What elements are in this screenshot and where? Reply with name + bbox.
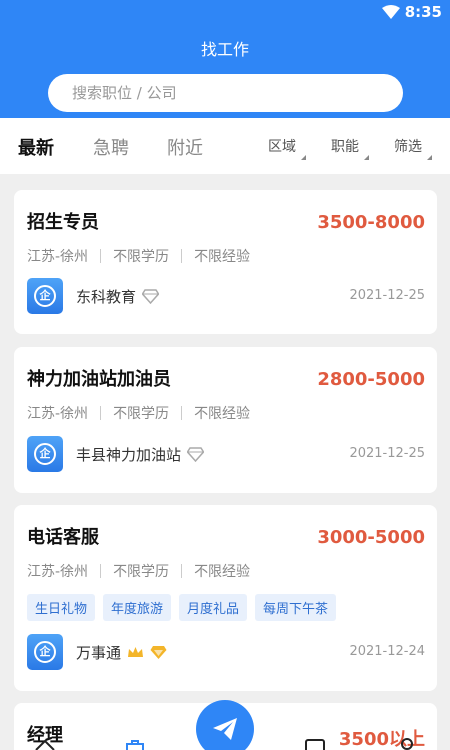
benefit-tags: 生日礼物 年度旅游 月度礼品 每周下午茶: [27, 594, 344, 621]
job-meta: 江苏-徐州 不限学历 不限经验: [27, 561, 250, 581]
job-salary: 2800-5000: [317, 369, 425, 390]
job-nav-icon[interactable]: [124, 738, 146, 750]
filter-function[interactable]: 职能: [331, 136, 369, 160]
divider: [181, 564, 183, 578]
job-salary: 3500-8000: [317, 212, 425, 233]
job-location: 江苏-徐州: [27, 249, 89, 265]
crown-badge-icon: [128, 646, 144, 657]
company-row: 企 丰县神力加油站: [27, 436, 205, 472]
message-icon[interactable]: [304, 738, 326, 750]
job-title: 电话客服: [27, 527, 99, 548]
tab-bar: 最新 急聘 附近 区域 职能 筛选: [0, 118, 450, 174]
divider: [181, 249, 183, 263]
job-card[interactable]: 招生专员 3500-8000 江苏-徐州 不限学历 不限经验 企 东科教育 20…: [14, 190, 437, 334]
page-title: 找工作: [200, 40, 249, 59]
benefit-tag: 月度礼品: [179, 594, 248, 621]
header-bar: 8:35 找工作 搜索职位 / 公司: [0, 0, 450, 118]
status-bar: 8:35: [0, 0, 450, 24]
job-date: 2021-12-25: [349, 446, 425, 461]
search-input[interactable]: 搜索职位 / 公司: [48, 74, 403, 112]
dropdown-triangle-icon: [301, 155, 306, 160]
tab-nearby[interactable]: 附近: [167, 134, 203, 160]
benefit-tag: 每周下午茶: [255, 594, 337, 621]
company-name: 万事通: [76, 643, 122, 662]
status-time: 8:35: [404, 3, 442, 21]
job-meta: 江苏-徐州 不限学历 不限经验: [27, 246, 250, 266]
filter-function-label: 职能: [331, 139, 359, 155]
job-meta: 江苏-徐州 不限学历 不限经验: [27, 403, 250, 423]
job-experience: 不限经验: [194, 249, 251, 265]
job-education: 不限学历: [113, 406, 170, 422]
home-icon[interactable]: [34, 738, 56, 750]
profile-icon[interactable]: [396, 738, 418, 750]
diamond-badge-icon: [142, 288, 160, 304]
job-location: 江苏-徐州: [27, 406, 89, 422]
job-card[interactable]: 电话客服 3000-5000 江苏-徐州 不限学历 不限经验 生日礼物 年度旅游…: [14, 505, 437, 691]
company-logo-icon: 企: [27, 278, 63, 314]
benefit-tag: 年度旅游: [103, 594, 172, 621]
tab-latest[interactable]: 最新: [18, 134, 54, 160]
job-date: 2021-12-24: [349, 644, 425, 659]
post-button[interactable]: [196, 700, 254, 750]
paper-plane-icon: [213, 718, 237, 740]
wifi-icon: [382, 5, 400, 19]
job-experience: 不限经验: [194, 564, 251, 580]
company-name: 丰县神力加油站: [76, 445, 182, 464]
divider: [100, 249, 102, 263]
company-row: 企 东科教育: [27, 278, 160, 314]
divider: [100, 564, 102, 578]
divider: [181, 406, 183, 420]
job-card[interactable]: 神力加油站加油员 2800-5000 江苏-徐州 不限学历 不限经验 企 丰县神…: [14, 347, 437, 493]
benefit-tag: 生日礼物: [27, 594, 96, 621]
job-experience: 不限经验: [194, 406, 251, 422]
filter-region[interactable]: 区域: [268, 136, 306, 160]
tab-urgent[interactable]: 急聘: [93, 134, 129, 160]
job-salary: 3000-5000: [317, 527, 425, 548]
company-row: 企 万事通: [27, 634, 167, 670]
filter-region-label: 区域: [268, 139, 296, 155]
job-title: 神力加油站加油员: [27, 369, 171, 390]
dropdown-triangle-icon: [427, 155, 432, 160]
gold-diamond-badge-icon: [150, 645, 167, 659]
job-title: 招生专员: [27, 212, 99, 233]
filter-more-label: 筛选: [394, 139, 422, 155]
dropdown-triangle-icon: [364, 155, 369, 160]
company-name: 东科教育: [76, 287, 137, 306]
job-education: 不限学历: [113, 249, 170, 265]
job-location: 江苏-徐州: [27, 564, 89, 580]
job-education: 不限学历: [113, 564, 170, 580]
company-logo-icon: 企: [27, 634, 63, 670]
divider: [100, 406, 102, 420]
job-date: 2021-12-25: [349, 288, 425, 303]
company-logo-icon: 企: [27, 436, 63, 472]
diamond-badge-icon: [187, 446, 205, 462]
filter-more[interactable]: 筛选: [394, 136, 432, 160]
